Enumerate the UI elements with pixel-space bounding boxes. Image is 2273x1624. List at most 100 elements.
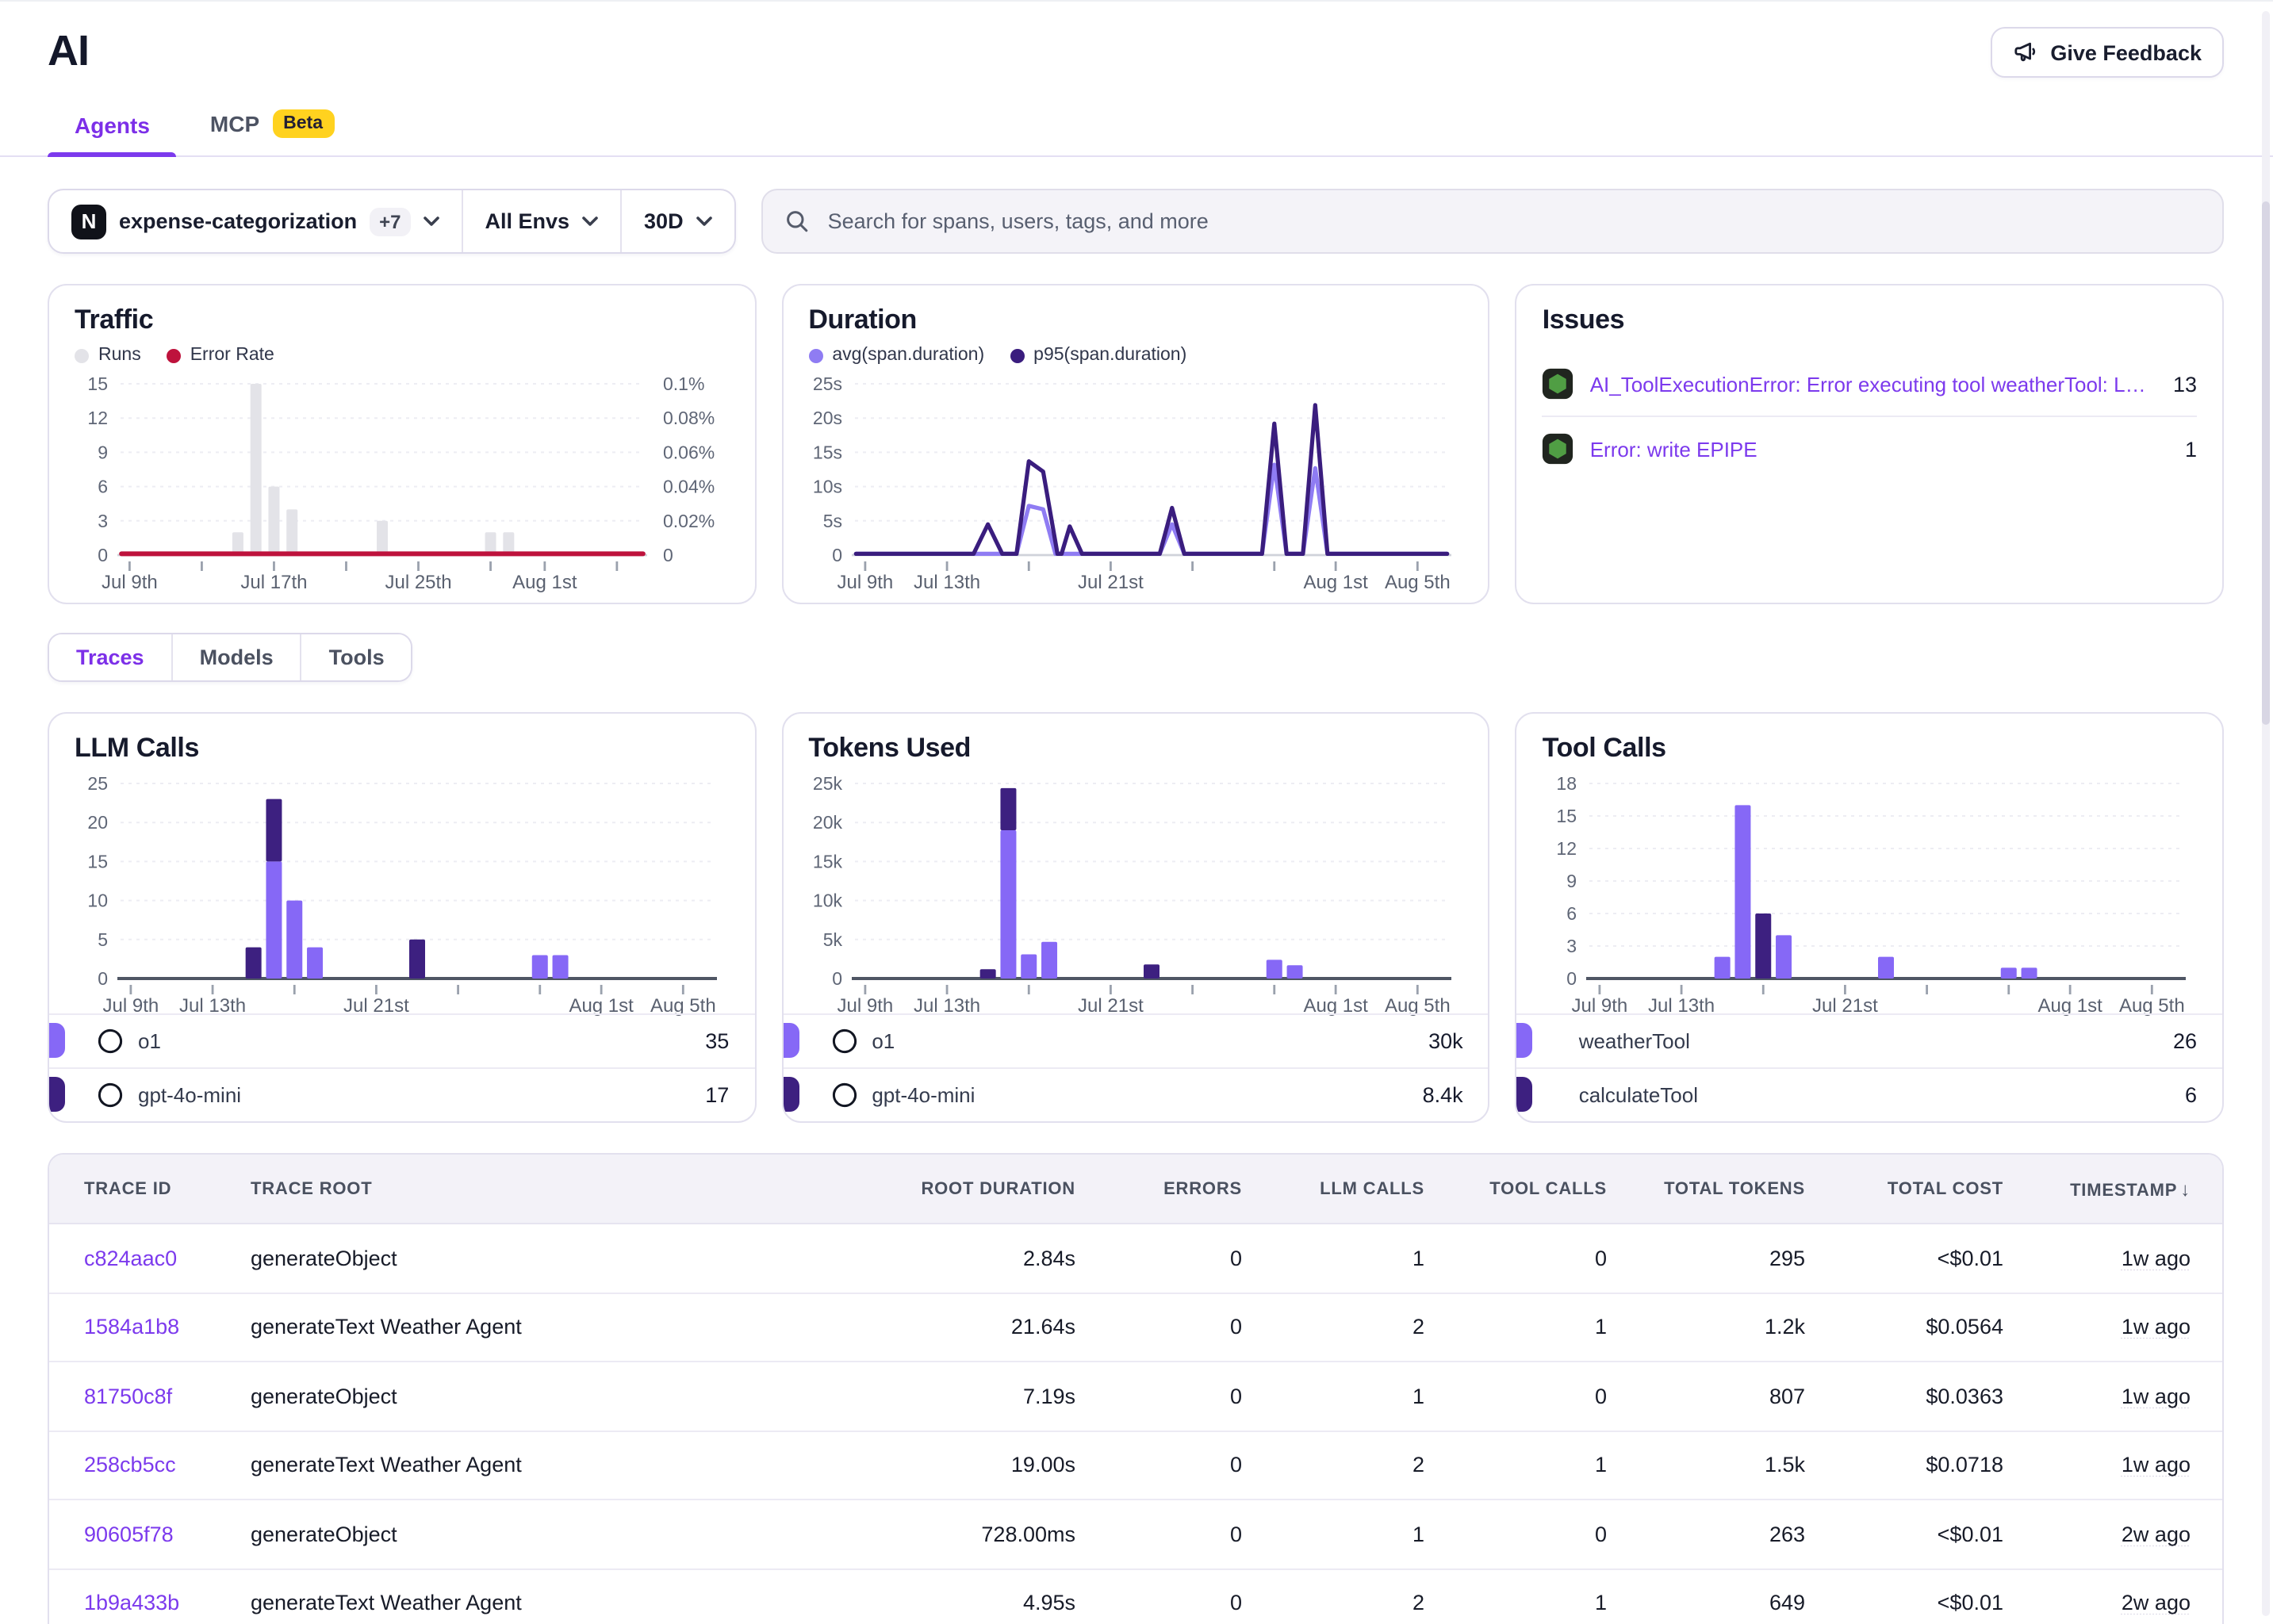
timestamp-value[interactable]: 2w ago — [2122, 1591, 2191, 1615]
trace-row[interactable]: 90605f78generateObject728.00ms010263<$0.… — [49, 1500, 2222, 1569]
bar-gpt-4o-mini — [1144, 964, 1159, 979]
column-header-llm-calls[interactable]: LLM CALLS — [1242, 1179, 1424, 1198]
trace-id[interactable]: 90605f78 — [84, 1522, 174, 1546]
trace-row[interactable]: 1b9a433bgenerateText Weather Agent4.95s0… — [49, 1569, 2222, 1624]
trace-row[interactable]: 258cb5ccgenerateText Weather Agent19.00s… — [49, 1431, 2222, 1500]
trace-cell-llm-calls: 1 — [1242, 1247, 1424, 1270]
tokens-used-card-title: Tokens Used — [808, 733, 1462, 764]
trace-timestamp[interactable]: 2w ago — [2003, 1591, 2191, 1615]
series-legend-row[interactable]: gpt-4o-mini17 — [49, 1067, 754, 1121]
issue-row[interactable]: Error: write EPIPE1 — [1543, 416, 2197, 481]
bar-o1 — [1000, 830, 1016, 979]
page-title: AI — [48, 27, 89, 76]
issue-link[interactable]: Error: write EPIPE — [1590, 437, 2169, 461]
openai-icon-wrap — [830, 1028, 857, 1055]
svg-text:15: 15 — [1556, 806, 1577, 826]
column-header-root-duration[interactable]: ROOT DURATION — [853, 1179, 1075, 1198]
timestamp-value[interactable]: 2w ago — [2122, 1522, 2191, 1546]
project-filter-dropdown[interactable]: N expense-categorization +7 — [49, 190, 461, 252]
column-header-timestamp[interactable]: TIMESTAMP↓ — [2003, 1178, 2191, 1200]
series-legend-row[interactable]: o135 — [49, 1013, 754, 1067]
trace-id[interactable]: 258cb5cc — [84, 1454, 176, 1477]
tool-calls-card-title: Tool Calls — [1543, 733, 2197, 764]
trace-cell-total-cost: $0.0363 — [1805, 1385, 2003, 1408]
bar-Runs — [378, 521, 389, 555]
trace-timestamp[interactable]: 1w ago — [2003, 1385, 2191, 1408]
svg-text:3: 3 — [1566, 936, 1577, 956]
column-header-trace-id[interactable]: TRACE ID — [84, 1179, 251, 1198]
trace-row[interactable]: 81750c8fgenerateObject7.19s010807$0.0363… — [49, 1362, 2222, 1431]
trace-row[interactable]: 1584a1b8generateText Weather Agent21.64s… — [49, 1293, 2222, 1362]
svg-text:0: 0 — [832, 545, 842, 565]
trace-cell-root-duration: 19.00s — [853, 1454, 1075, 1477]
series-color-chip — [1517, 1077, 1533, 1112]
series-legend-row[interactable]: gpt-4o-mini8.4k — [783, 1067, 1488, 1121]
column-header-label: TRACE ROOT — [251, 1179, 372, 1198]
scrollbar-thumb[interactable] — [2262, 201, 2270, 725]
tab-agents[interactable]: Agents — [48, 103, 177, 157]
line-avg(span.duration) — [856, 465, 1447, 553]
trace-id[interactable]: 1b9a433b — [84, 1591, 179, 1615]
section-tab-models[interactable]: Models — [171, 634, 301, 680]
trace-timestamp[interactable]: 1w ago — [2003, 1247, 2191, 1270]
overview-cards-row: Traffic RunsError Rate 0030.02%60.04%90.… — [48, 284, 2224, 604]
series-legend-row[interactable]: weatherTool26 — [1517, 1013, 2222, 1067]
trace-cell-total-cost: $0.0564 — [1805, 1316, 2003, 1339]
section-tab-tools[interactable]: Tools — [301, 634, 412, 680]
issue-row[interactable]: AI_ToolExecutionError: Error executing t… — [1543, 352, 2197, 416]
trace-id[interactable]: 1584a1b8 — [84, 1316, 179, 1339]
openai-icon-wrap — [97, 1028, 124, 1055]
trace-id-link[interactable]: 90605f78 — [84, 1522, 251, 1546]
column-header-total-tokens[interactable]: TOTAL TOKENS — [1607, 1179, 1805, 1198]
svg-text:15: 15 — [88, 373, 109, 394]
bar-gpt-4o-mini — [246, 948, 262, 979]
give-feedback-button[interactable]: Give Feedback — [1990, 27, 2224, 78]
trace-row[interactable]: c824aac0generateObject2.84s010295<$0.011… — [49, 1224, 2222, 1293]
legend-dot — [75, 348, 89, 362]
timestamp-value[interactable]: 1w ago — [2122, 1247, 2191, 1270]
env-filter-dropdown[interactable]: All Envs — [461, 190, 620, 252]
svg-text:15s: 15s — [813, 442, 842, 462]
chevron-down-icon — [582, 216, 598, 227]
trace-id-link[interactable]: 1584a1b8 — [84, 1316, 251, 1339]
issues-card-title: Issues — [1543, 304, 2197, 336]
traces-table-body: c824aac0generateObject2.84s010295<$0.011… — [49, 1224, 2222, 1624]
trace-id-link[interactable]: 81750c8f — [84, 1385, 251, 1408]
column-header-errors[interactable]: ERRORS — [1075, 1179, 1242, 1198]
trace-id[interactable]: c824aac0 — [84, 1247, 177, 1270]
legend-dot — [1010, 348, 1024, 362]
time-range-dropdown[interactable]: 30D — [620, 190, 734, 252]
series-legend-row[interactable]: o130k — [783, 1013, 1488, 1067]
trace-id-link[interactable]: 1b9a433b — [84, 1591, 251, 1615]
svg-text:0.02%: 0.02% — [664, 511, 715, 531]
column-header-trace-root[interactable]: TRACE ROOT — [251, 1179, 853, 1198]
trace-timestamp[interactable]: 1w ago — [2003, 1454, 2191, 1477]
search-input[interactable] — [825, 208, 2200, 235]
svg-text:18: 18 — [1556, 773, 1577, 794]
svg-text:20k: 20k — [813, 812, 843, 833]
trace-id[interactable]: 81750c8f — [84, 1385, 172, 1408]
column-header-label: ROOT DURATION — [921, 1179, 1075, 1198]
tab-mcp[interactable]: MCP Beta — [183, 100, 361, 157]
trace-timestamp[interactable]: 1w ago — [2003, 1316, 2191, 1339]
issue-link[interactable]: AI_ToolExecutionError: Error executing t… — [1590, 372, 2157, 396]
series-legend-row[interactable]: calculateTool6 — [1517, 1067, 2222, 1121]
column-header-total-cost[interactable]: TOTAL COST — [1805, 1179, 2003, 1198]
bar-Runs — [251, 384, 262, 555]
svg-text:5s: 5s — [823, 511, 842, 531]
trace-cell-tool-calls: 0 — [1424, 1385, 1607, 1408]
svg-text:20: 20 — [88, 812, 109, 833]
bar-o1 — [1267, 959, 1282, 979]
bar-weatherTool — [1714, 957, 1730, 979]
timestamp-value[interactable]: 1w ago — [2122, 1454, 2191, 1477]
timestamp-value[interactable]: 1w ago — [2122, 1316, 2191, 1339]
trace-timestamp[interactable]: 2w ago — [2003, 1522, 2191, 1546]
series-color-chip — [783, 1077, 799, 1112]
section-tab-traces[interactable]: Traces — [49, 634, 171, 680]
trace-id-link[interactable]: c824aac0 — [84, 1247, 251, 1270]
column-header-tool-calls[interactable]: TOOL CALLS — [1424, 1179, 1607, 1198]
trace-id-link[interactable]: 258cb5cc — [84, 1454, 251, 1477]
svg-text:20s: 20s — [813, 408, 842, 428]
timestamp-value[interactable]: 1w ago — [2122, 1385, 2191, 1408]
traces-table-header: TRACE IDTRACE ROOT ROOT DURATIONERRORSLLM… — [49, 1155, 2222, 1224]
